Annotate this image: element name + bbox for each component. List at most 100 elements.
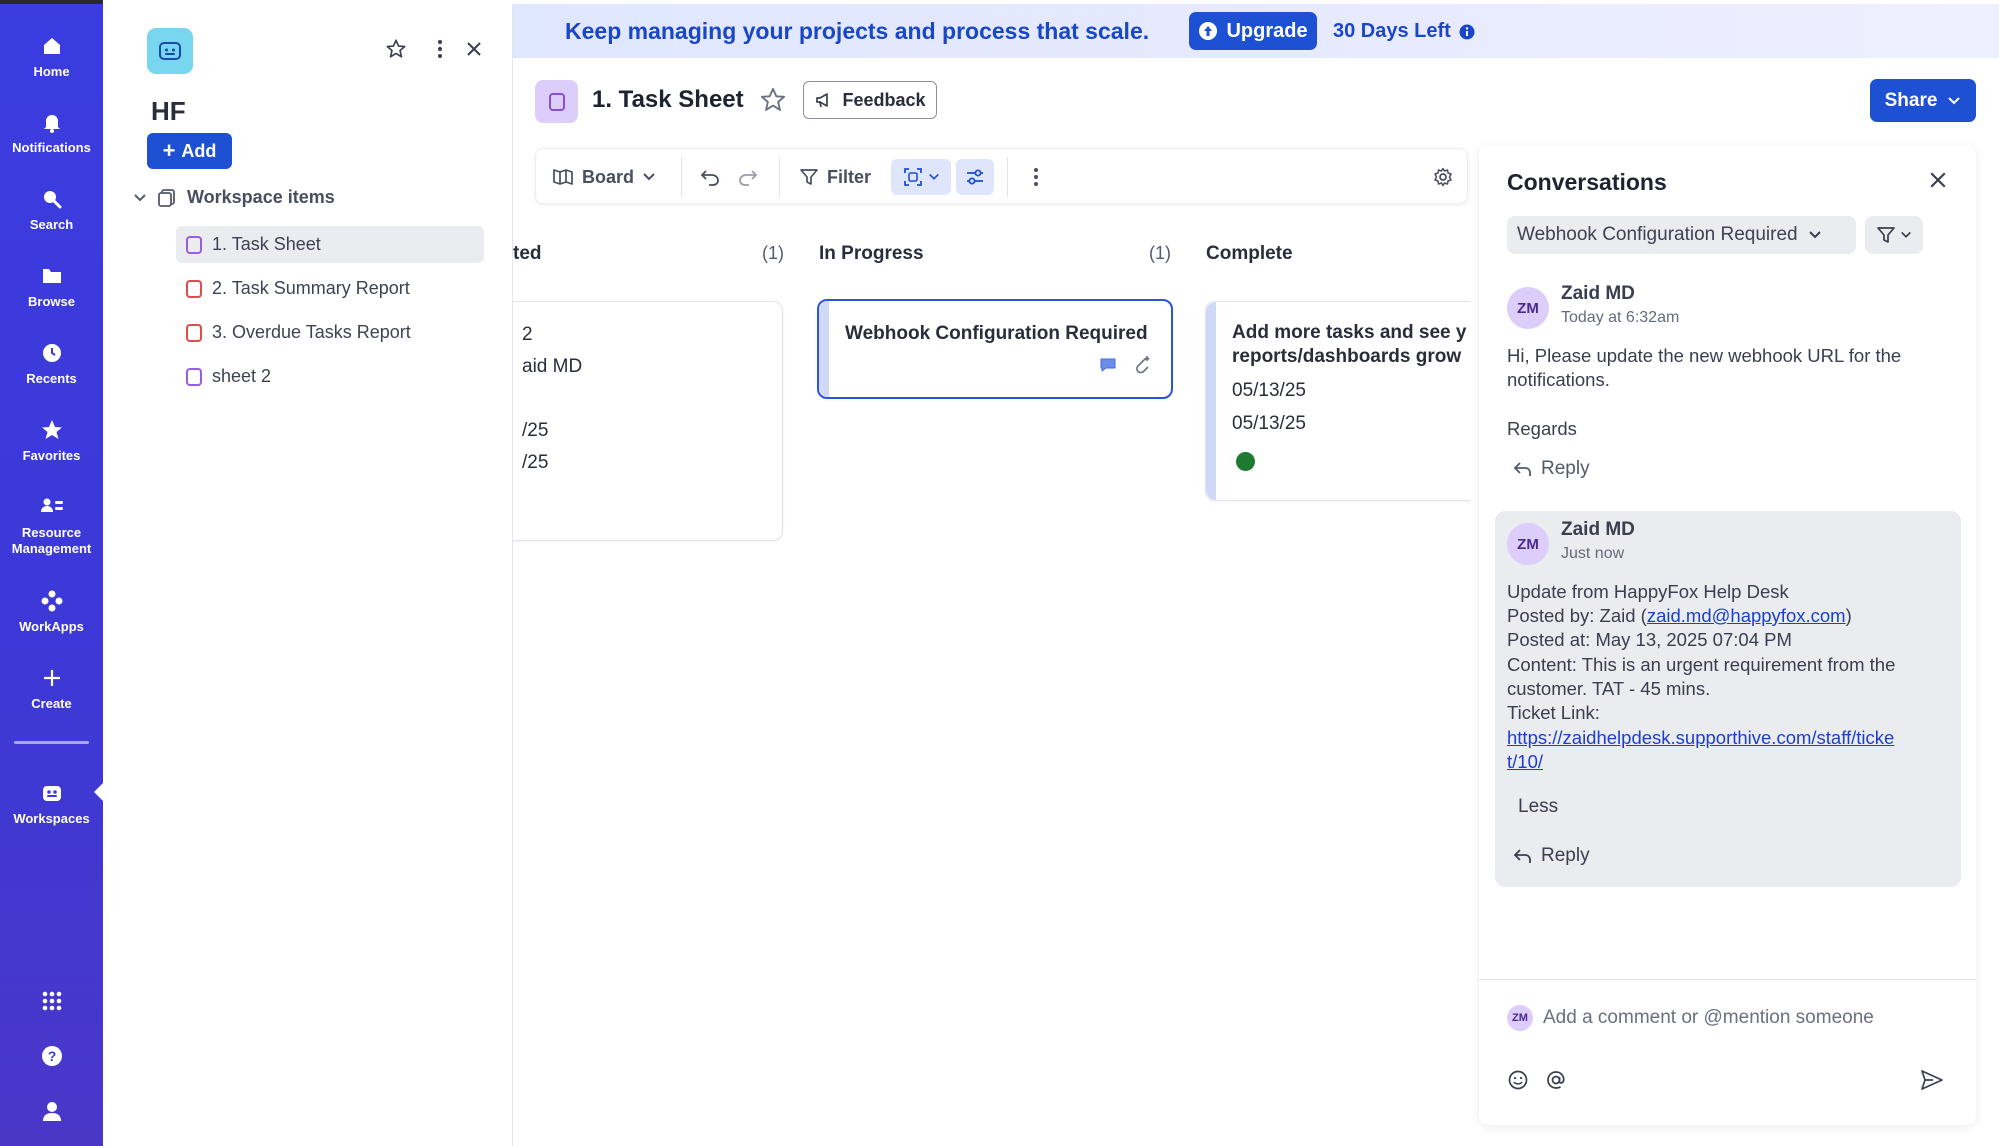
nav-browse-label: Browse [28,294,75,309]
nav-favorites-label: Favorites [22,448,81,463]
reply-icon [1513,849,1531,863]
share-label: Share [1884,89,1938,111]
svg-text:?: ? [47,1048,56,1064]
workspace-item-task-sheet[interactable]: 1. Task Sheet [176,226,484,263]
conversation-message: ZM Zaid MD Today at 6:32am Hi, Please up… [1495,281,1961,501]
toolbar-separator [779,157,780,197]
nav-favorites[interactable]: Favorites [0,418,103,464]
conversations-panel: Conversations Webhook Configuration Requ… [1479,145,1976,1125]
info-icon[interactable] [1459,24,1475,40]
close-conversations-button[interactable] [1929,171,1947,194]
undo-icon [700,170,719,186]
nav-workspaces[interactable]: Workspaces [0,781,103,827]
posted-by-prefix: Posted by: Zaid ( [1507,605,1647,626]
send-button[interactable] [1920,1069,1944,1096]
redo-button[interactable] [737,149,759,205]
workspace-item-overdue-report[interactable]: 3. Overdue Tasks Report [176,314,484,351]
message-time: Just now [1561,545,1625,562]
ticket-url-line-1[interactable]: https://zaidhelpdesk.supporthive.com/sta… [1507,727,1894,748]
message-line: notifications. [1507,369,1610,390]
message-time: Today at 6:32am [1561,309,1680,326]
nav-resource-management[interactable]: Resource Management [0,495,103,557]
nav-workapps[interactable]: WorkApps [0,589,103,635]
plus-icon: + [162,138,176,163]
message-posted-by: Posted by: Zaid (zaid.md@happyfox.com) [1507,605,1852,627]
email-link[interactable]: zaid.md@happyfox.com [1647,605,1846,626]
view-selector[interactable]: Board [552,149,656,205]
reply-button[interactable]: Reply [1513,458,1590,480]
nav-home-label: Home [33,64,70,79]
comment-icon[interactable] [1099,357,1117,373]
attachment-icon[interactable] [1133,355,1151,375]
filter-icon [800,169,818,185]
nav-recents[interactable]: Recents [0,341,103,387]
more-options-button[interactable] [1033,149,1039,205]
workspace-more-button[interactable] [425,34,455,64]
conversation-filter-button[interactable] [1865,216,1923,254]
add-label: Add [181,140,217,161]
reply-button[interactable]: Reply [1513,845,1590,867]
ticket-link[interactable]: https://zaidhelpdesk.supporthive.com/sta… [1507,727,1894,749]
workapps-icon [41,590,62,612]
nav-resource-label-1: Resource [21,525,82,540]
toolbar-separator [1007,157,1008,197]
apps-grid-button[interactable] [0,989,103,1019]
upgrade-banner: Keep managing your projects and process … [513,4,1999,58]
favorite-sheet-button[interactable] [759,86,787,119]
filter-button[interactable]: Filter [799,149,871,205]
ticket-url-line-2[interactable]: t/10/ [1507,751,1543,772]
workspace-items-label: Workspace items [187,187,335,207]
nav-search[interactable]: Search [0,187,103,233]
sliders-icon [967,169,983,185]
message-line: Regards [1507,418,1577,439]
help-button[interactable]: ? [0,1044,103,1074]
workspace-items-section[interactable]: Workspace items [133,187,335,208]
workspace-item-task-summary[interactable]: 2. Task Summary Report [176,270,484,307]
message-content-line: Content: This is an urgent requirement f… [1507,654,1896,675]
nav-search-label: Search [29,217,74,232]
ticket-link-label: Ticket Link: [1507,702,1600,723]
workspace-item-sheet-2[interactable]: sheet 2 [176,358,484,395]
close-icon [1930,172,1946,188]
nav-browse[interactable]: Browse [0,264,103,310]
card-line: /25 [522,452,549,473]
redo-icon [739,170,758,186]
nav-rail: Home Notifications Search Browse Recents… [0,0,104,1146]
message-line: Hi, Please update the new webhook URL fo… [1507,345,1902,366]
more-vertical-icon [1034,168,1038,186]
nav-create[interactable]: Create [0,666,103,712]
settings-button[interactable] [1433,149,1453,205]
home-icon [43,38,60,54]
task-card-selected[interactable]: Webhook Configuration Required [817,299,1173,399]
sheet-header-icon [535,80,578,123]
add-button[interactable]: + Add [147,133,232,169]
column-title: In Progress [819,243,924,264]
favorite-workspace-button[interactable] [381,34,411,64]
workspace-item-label: 1. Task Sheet [212,234,321,254]
card-status-bar [1206,302,1216,500]
ticket-link-cont[interactable]: t/10/ [1507,751,1543,773]
upgrade-button[interactable]: Upgrade [1189,12,1317,50]
task-card[interactable]: 2 aid MD /25 /25 [513,301,783,541]
profile-button[interactable] [0,1099,103,1129]
sheet-icon [186,367,202,386]
feedback-button[interactable]: Feedback [803,81,937,119]
nav-notifications[interactable]: Notifications [0,110,103,156]
share-button[interactable]: Share [1870,79,1976,122]
task-card[interactable]: Add more tasks and see y reports/dashboa… [1205,301,1470,501]
close-panel-button[interactable] [459,34,489,64]
card-layout-button[interactable] [891,159,951,195]
board-icon [553,169,573,185]
nav-home[interactable]: Home [0,34,103,80]
show-less-button[interactable]: Less [1518,796,1558,818]
workspace-icon [42,786,61,801]
banner-text: Keep managing your projects and process … [565,18,1150,44]
comment-input[interactable] [1543,1001,1943,1035]
star-outline-icon [386,39,406,58]
mention-button[interactable] [1545,1069,1567,1096]
conversation-filter-select[interactable]: Webhook Configuration Required [1507,216,1856,254]
customize-button[interactable] [956,159,994,195]
workspace-logo-icon [159,42,181,60]
emoji-button[interactable] [1507,1069,1529,1096]
undo-button[interactable] [699,149,721,205]
